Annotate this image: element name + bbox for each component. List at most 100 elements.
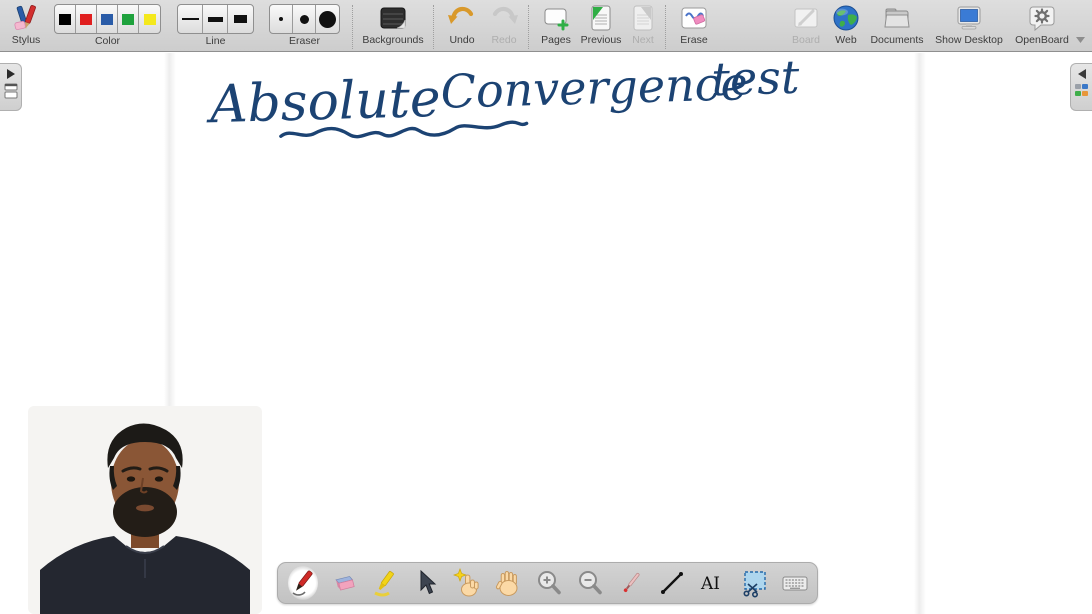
capture-tool-button[interactable] <box>739 566 769 600</box>
expand-left-arrow-icon <box>1076 68 1088 80</box>
line-thick-button[interactable] <box>228 5 253 33</box>
stylus-label: Stylus <box>12 34 41 46</box>
stylus-button[interactable]: Stylus <box>4 3 48 51</box>
board-button[interactable]: Board <box>786 3 826 51</box>
undo-label: Undo <box>449 34 474 46</box>
zoom-in-tool-button[interactable] <box>534 566 564 600</box>
green-swatch <box>122 14 134 25</box>
openboard-menu-button[interactable]: OpenBoard <box>1010 3 1074 51</box>
keyboard-tool-button[interactable] <box>780 566 810 600</box>
eraser-label: Eraser <box>289 35 320 47</box>
title-word-3: test <box>711 55 801 106</box>
page-navigator-icon <box>4 83 18 99</box>
toolbar-separator <box>352 5 353 49</box>
toolbar-separator <box>528 5 529 49</box>
erase-icon <box>679 3 709 33</box>
line-label: Line <box>206 35 226 47</box>
expand-right-arrow-icon <box>5 68 17 80</box>
openboard-menu-caret[interactable] <box>1076 3 1086 51</box>
eraser-icon <box>329 568 359 598</box>
toolbar-separator <box>433 5 434 49</box>
color-label: Color <box>95 35 120 47</box>
pen-icon <box>288 568 318 598</box>
redo-button[interactable]: Redo <box>484 3 524 51</box>
previous-page-label: Previous <box>581 34 622 46</box>
web-label: Web <box>835 34 856 46</box>
erase-button[interactable]: Erase <box>674 3 714 51</box>
eraser-small-button[interactable] <box>270 5 293 33</box>
web-globe-icon <box>831 3 861 33</box>
black-swatch <box>59 14 71 25</box>
next-page-button[interactable]: Next <box>625 3 661 51</box>
eraser-large-button[interactable] <box>316 5 339 33</box>
left-panel-tab[interactable] <box>0 63 22 111</box>
selector-tool-button[interactable] <box>411 566 441 600</box>
backgrounds-label: Backgrounds <box>362 34 423 46</box>
show-desktop-button[interactable]: Show Desktop <box>930 3 1008 51</box>
thin-line-icon <box>182 18 199 20</box>
line-medium-button[interactable] <box>203 5 228 33</box>
line-thin-button[interactable] <box>178 5 203 33</box>
medium-dot-icon <box>300 15 309 24</box>
chevron-down-icon <box>1076 37 1085 43</box>
zoom-out-tool-button[interactable] <box>575 566 605 600</box>
undo-icon <box>447 3 477 33</box>
open-hand-icon <box>493 568 523 598</box>
text-tool-glyph: AI <box>700 574 720 594</box>
web-button[interactable]: Web <box>828 3 864 51</box>
marker-icon <box>370 568 400 598</box>
undo-button[interactable]: Undo <box>442 3 482 51</box>
capture-icon <box>739 568 769 598</box>
next-page-icon <box>628 3 658 33</box>
pages-icon <box>541 3 571 33</box>
laser-tool-button[interactable] <box>616 566 646 600</box>
stylus-icon <box>11 3 41 33</box>
text-tool-button[interactable]: AI <box>698 566 728 600</box>
interact-tool-button[interactable] <box>452 566 482 600</box>
previous-page-button[interactable]: Previous <box>577 3 625 51</box>
show-desktop-label: Show Desktop <box>935 34 1003 46</box>
eraser-tool-button[interactable] <box>329 566 359 600</box>
blue-swatch <box>101 14 113 25</box>
page-right-edge <box>914 53 926 614</box>
eraser-medium-button[interactable] <box>293 5 316 33</box>
pan-tool-button[interactable] <box>493 566 523 600</box>
marker-tool-button[interactable] <box>370 566 400 600</box>
color-red-button[interactable] <box>76 5 97 33</box>
right-panel-tab[interactable] <box>1070 63 1092 111</box>
arrow-cursor-icon <box>411 568 441 598</box>
toolbar-separator <box>665 5 666 49</box>
redo-icon <box>489 3 519 33</box>
color-black-button[interactable] <box>55 5 76 33</box>
text-tool-icon: AI <box>698 568 728 598</box>
person-mouth <box>136 505 154 512</box>
whiteboard-canvas[interactable]: Absolute Convergence test <box>0 53 1092 614</box>
yellow-swatch <box>144 14 156 25</box>
line-icon <box>657 568 687 598</box>
zoom-out-icon <box>575 568 605 598</box>
title-word-1: Absolute <box>205 69 441 136</box>
backgrounds-icon <box>378 3 408 33</box>
color-green-button[interactable] <box>118 5 139 33</box>
handwritten-title: Absolute Convergence test <box>190 55 890 147</box>
color-blue-button[interactable] <box>97 5 118 33</box>
title-word-2: Convergence <box>440 56 748 119</box>
pages-button[interactable]: Pages <box>535 3 577 51</box>
backgrounds-button[interactable]: Backgrounds <box>357 3 429 51</box>
medium-line-icon <box>208 17 223 22</box>
documents-label: Documents <box>870 34 923 46</box>
eraser-group: Eraser <box>269 3 340 47</box>
line-group: Line <box>177 3 254 47</box>
documents-button[interactable]: Documents <box>866 3 928 51</box>
documents-folder-icon <box>882 3 912 33</box>
line-tool-button[interactable] <box>657 566 687 600</box>
openboard-gear-bubble-icon <box>1027 3 1057 33</box>
thick-line-icon <box>234 15 247 23</box>
red-swatch <box>80 14 92 25</box>
pen-tool-button[interactable] <box>288 566 318 600</box>
small-dot-icon <box>279 17 283 21</box>
color-group: Color <box>54 3 161 47</box>
color-yellow-button[interactable] <box>139 5 160 33</box>
show-desktop-monitor-icon <box>954 3 984 33</box>
webcam-overlay <box>28 406 262 614</box>
